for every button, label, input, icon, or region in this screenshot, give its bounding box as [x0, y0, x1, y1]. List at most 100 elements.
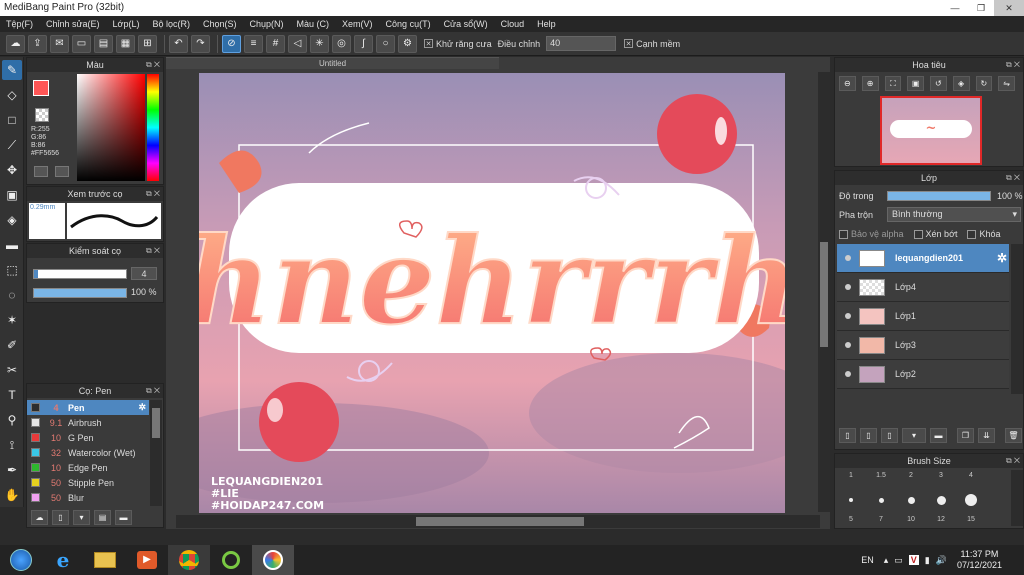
snap-off-icon[interactable]: ⊘ — [222, 34, 241, 53]
cloud-icon[interactable]: ☁ — [6, 34, 25, 53]
layer-scrollbar[interactable] — [1011, 244, 1023, 394]
brush-item[interactable]: 10 Edge Pen — [27, 460, 149, 475]
new-8bit-layer-icon[interactable]: ▯ — [881, 428, 898, 443]
clock[interactable]: 11:37 PM 07/12/2021 — [957, 549, 1002, 571]
brush-size-option[interactable]: 1 — [837, 472, 865, 479]
brush-item[interactable]: 32 Watercolor (Wet) — [27, 445, 149, 460]
tray-device-icon[interactable]: ▭ — [894, 555, 903, 566]
visibility-icon[interactable] — [841, 371, 855, 377]
cross-snap-icon[interactable]: # — [266, 34, 285, 53]
antialias-checkbox[interactable]: ✕ — [424, 39, 433, 48]
visibility-icon[interactable] — [841, 255, 855, 261]
pen-tool-icon[interactable]: ✒ — [2, 460, 22, 480]
color-palette-button[interactable] — [55, 166, 69, 177]
menu-capture[interactable]: Chụp(N) — [250, 19, 284, 29]
explorer-icon[interactable] — [84, 545, 126, 575]
trash-icon[interactable]: 🗑 — [1005, 428, 1022, 443]
brush-size-scrollbar[interactable] — [1011, 470, 1023, 526]
zoom-out-icon[interactable]: ⊖ — [839, 76, 856, 91]
divide-tool-icon[interactable]: ⚲ — [2, 410, 22, 430]
document-icon[interactable]: ▤ — [94, 34, 113, 53]
layer-row[interactable]: lequangdien201 ✲ — [837, 244, 1009, 273]
layer-folder-icon[interactable]: ▬ — [930, 428, 947, 443]
duplicate-layer-icon[interactable]: ❐ — [957, 428, 974, 443]
color-saturation-box[interactable] — [77, 74, 145, 181]
brush-size-option[interactable]: 15 — [957, 516, 985, 523]
medibang-icon[interactable] — [252, 545, 294, 575]
snap-settings-icon[interactable]: ⚙ — [398, 34, 417, 53]
volume-icon[interactable]: 🔊 — [936, 555, 947, 566]
layer-row[interactable]: Lớp3 — [837, 331, 1009, 360]
menu-edit[interactable]: Chỉnh sửa(E) — [46, 19, 100, 29]
brush-item[interactable]: 50 Stipple Pen — [27, 475, 149, 490]
undo-icon[interactable]: ↶ — [169, 34, 188, 53]
dot-tool-icon[interactable]: ⟋ — [2, 135, 22, 155]
brush-size-option[interactable]: 3 — [927, 472, 955, 479]
layer-row[interactable]: Lớp2 — [837, 360, 1009, 389]
brush-size-field[interactable]: 4 — [131, 267, 157, 280]
canvas-horizontal-scrollbar[interactable] — [176, 515, 820, 528]
shape-tool-icon[interactable]: □ — [2, 110, 22, 130]
document-tab[interactable]: Untitled — [166, 57, 499, 69]
panel-popout-icon[interactable]: ⧉ ✕ — [146, 244, 160, 258]
network-icon[interactable]: ▮ — [925, 555, 930, 566]
fill-tool-icon[interactable]: ▣ — [2, 185, 22, 205]
ie-icon[interactable]: e — [42, 545, 84, 575]
color-add-button[interactable] — [34, 166, 48, 177]
smooth-checkbox[interactable]: ✕ — [624, 39, 634, 48]
menu-layer[interactable]: Lớp(L) — [113, 19, 140, 29]
brush-item[interactable]: 10 G Pen — [27, 430, 149, 445]
merge-layer-icon[interactable]: ⇊ — [978, 428, 995, 443]
chrome-icon[interactable] — [168, 545, 210, 575]
brush-item[interactable]: 50 Blur — [27, 490, 149, 505]
menu-cloud[interactable]: Cloud — [501, 19, 525, 29]
panel-popout-icon[interactable]: ⧉ ✕ — [1006, 454, 1020, 468]
brush-settings-icon[interactable]: ▤ — [94, 510, 111, 525]
panel-popout-icon[interactable]: ⧉ ✕ — [146, 384, 160, 398]
zoom-in-icon[interactable]: ⊕ — [861, 76, 879, 91]
lock-checkbox[interactable] — [967, 229, 977, 239]
language-indicator[interactable]: EN — [861, 555, 874, 565]
panel-popout-icon[interactable]: ⧉ ✕ — [1006, 171, 1020, 185]
hue-slider[interactable] — [147, 74, 159, 181]
upload-icon[interactable]: ⇪ — [28, 34, 47, 53]
flip-icon[interactable]: ⇋ — [998, 76, 1015, 91]
reset-view-icon[interactable]: ◈ — [952, 76, 970, 91]
visibility-icon[interactable] — [841, 284, 855, 290]
curve-snap-icon[interactable]: ∫ — [354, 34, 373, 53]
menu-tools[interactable]: Công cụ(T) — [386, 19, 431, 29]
media-player-icon[interactable]: ▶ — [126, 545, 168, 575]
clipping-checkbox[interactable] — [913, 229, 923, 239]
menu-file[interactable]: Tệp(F) — [6, 19, 33, 29]
text-tool-icon[interactable]: T — [2, 385, 22, 405]
brush-size-option[interactable]: 7 — [867, 516, 895, 523]
fit-icon[interactable]: ⛶ — [884, 76, 902, 91]
vanishing-point-icon[interactable]: ◁ — [288, 34, 307, 53]
start-button[interactable] — [0, 545, 42, 575]
minimize-icon[interactable]: — — [942, 0, 968, 16]
menu-color[interactable]: Màu (C) — [297, 19, 330, 29]
bucket-tool-icon[interactable]: ◈ — [2, 210, 22, 230]
brush-size-option[interactable]: 4 — [957, 472, 985, 479]
restore-icon[interactable]: ❐ — [968, 0, 994, 16]
layer-row[interactable]: Lớp4 — [837, 273, 1009, 302]
brush-size-option[interactable]: 1.5 — [867, 472, 895, 479]
panel-popout-icon[interactable]: ⧉ ✕ — [1006, 58, 1020, 72]
parallel-snap-icon[interactable]: ≡ — [244, 34, 263, 53]
menu-help[interactable]: Help — [537, 19, 556, 29]
brush-size-option[interactable]: 2 — [897, 472, 925, 479]
panel-popout-icon[interactable]: ⧉ ✕ — [146, 187, 160, 201]
select-eraser-icon[interactable]: ✂ — [2, 360, 22, 380]
layer-add-menu-icon[interactable]: ▾ — [902, 428, 926, 443]
brush-size-option[interactable]: 10 — [897, 516, 925, 523]
tray-up-icon[interactable]: ▴ — [884, 555, 889, 566]
select-pen-icon[interactable]: ✐ — [2, 335, 22, 355]
comment-icon[interactable]: ▭ — [72, 34, 91, 53]
material-icon[interactable]: ▦ — [116, 34, 135, 53]
transparent-swatch[interactable] — [35, 108, 49, 122]
eraser-tool-icon[interactable]: ◇ — [2, 85, 22, 105]
new-brush-icon[interactable]: ▯ — [52, 510, 69, 525]
move-tool-icon[interactable]: ✥ — [2, 160, 22, 180]
magic-wand-icon[interactable]: ✶ — [2, 310, 22, 330]
brush-folder-icon[interactable]: ▬ — [115, 510, 132, 525]
